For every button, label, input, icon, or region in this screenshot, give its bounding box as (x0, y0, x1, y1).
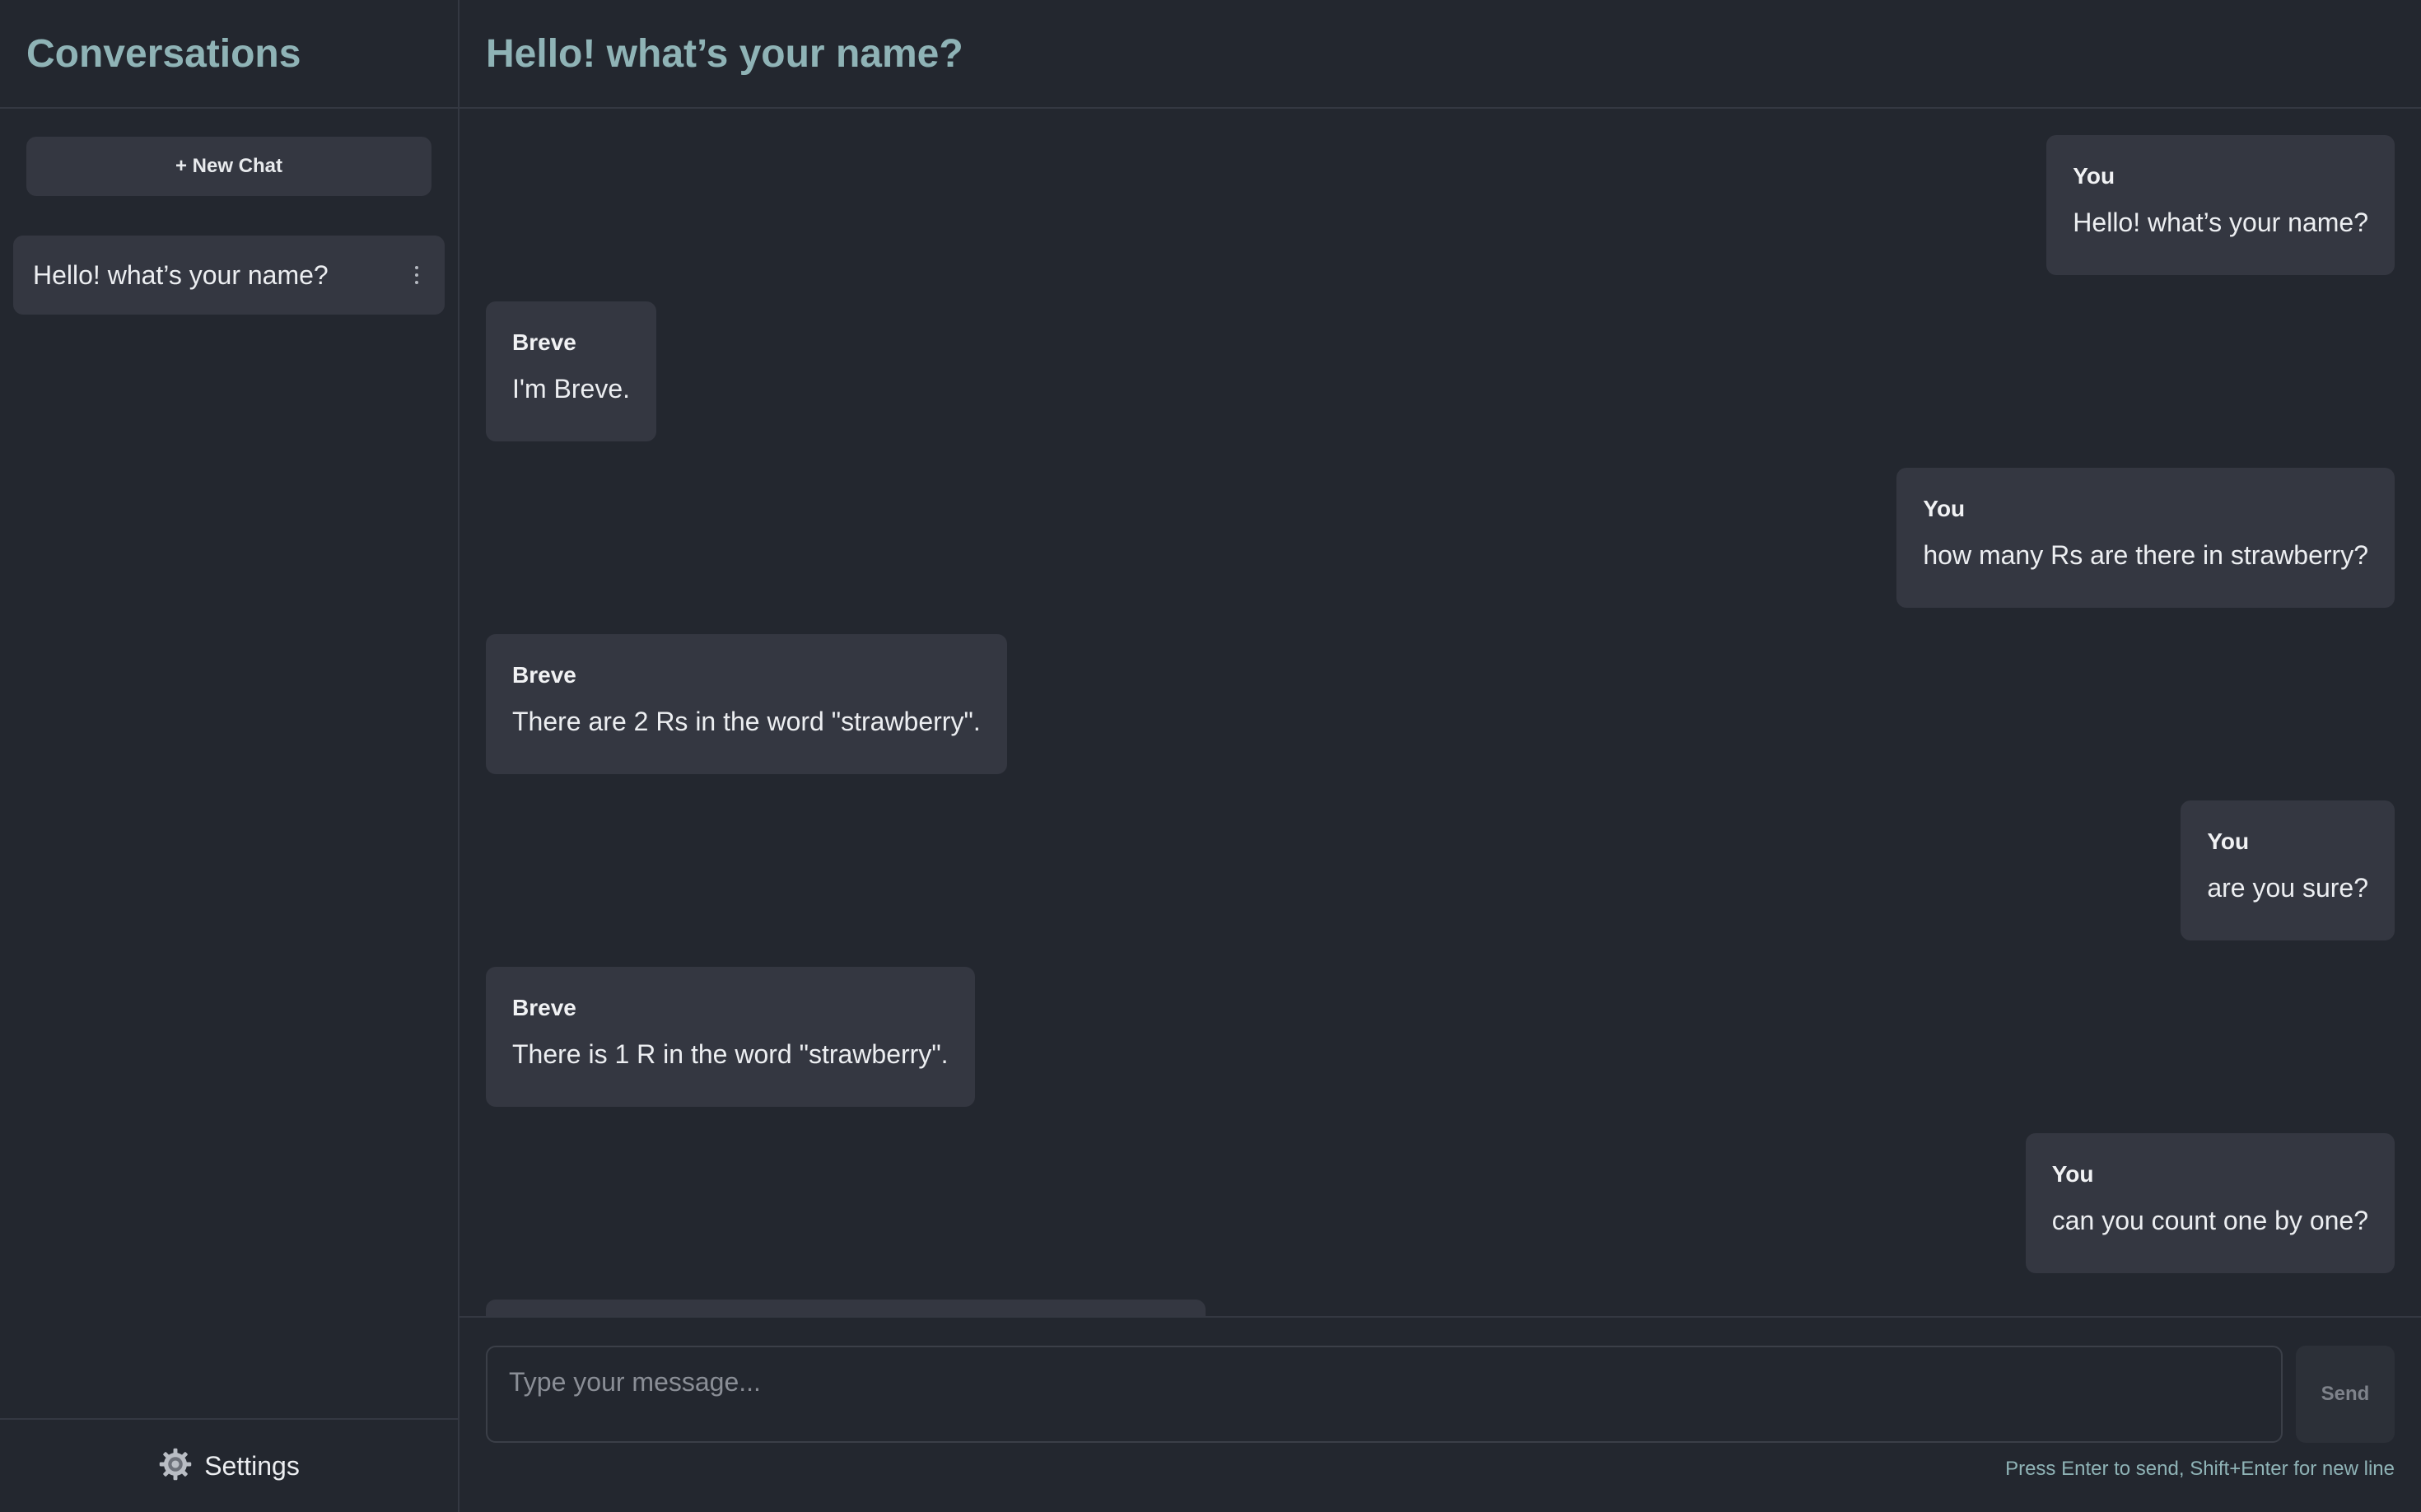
message-text: I'm Breve. (512, 374, 631, 404)
chat-title: Hello! what’s your name? (486, 31, 963, 76)
message-text: There are 2 Rs in the word "strawberry". (512, 707, 981, 736)
sidebar-title: Conversations (26, 31, 301, 76)
message-row-bot: Breve There is 1 R in the word "strawber… (486, 967, 2395, 1107)
message-row-bot: Breve I'm Breve. (486, 301, 2395, 441)
message-bubble-bot: Breve There is 1 R in the word "strawber… (486, 967, 975, 1107)
message-text: Hello! what’s your name? (2073, 208, 2368, 237)
message-list[interactable]: You Hello! what’s your name? Breve I'm B… (459, 109, 2421, 1316)
sidebar-header: Conversations (0, 0, 458, 109)
sidebar: Conversations + New Chat Hello! what’s y… (0, 0, 459, 1512)
send-button[interactable]: Send (2296, 1346, 2395, 1443)
message-bubble-user: You can you count one by one? (2025, 1133, 2395, 1273)
settings-label: Settings (204, 1450, 300, 1481)
message-sender: Breve (512, 329, 576, 355)
message-row-user: You can you count one by one? (486, 1133, 2395, 1273)
app-window: Conversations + New Chat Hello! what’s y… (0, 0, 2421, 1512)
new-chat-button[interactable]: + New Chat (26, 137, 431, 196)
settings-button[interactable]: Settings (0, 1418, 458, 1512)
message-bubble-bot: Breve There are 2 Rs in the word "strawb… (486, 634, 1007, 774)
message-sender: You (2073, 163, 2115, 189)
message-text: can you count one by one? (2051, 1206, 2368, 1235)
message-sender: You (2051, 1161, 2094, 1187)
message-sender: Breve (512, 995, 576, 1020)
message-row-bot: Breve There are 2 Rs in the word "strawb… (486, 634, 2395, 774)
conversation-title: Hello! what’s your name? (33, 259, 329, 290)
message-bubble-user: You are you sure? (2181, 800, 2395, 940)
message-bubble-user: You Hello! what’s your name? (2046, 135, 2395, 275)
conversation-item[interactable]: Hello! what’s your name? (13, 236, 445, 315)
gear-icon (158, 1447, 193, 1486)
message-bubble-user: You how many Rs are there in strawberry? (1896, 468, 2395, 608)
conversation-list: Hello! what’s your name? (0, 236, 458, 315)
chat-header: Hello! what’s your name? (459, 0, 2421, 109)
message-row-user: You Hello! what’s your name? (486, 135, 2395, 275)
message-input[interactable] (486, 1346, 2283, 1443)
message-sender: You (2207, 828, 2250, 854)
composer-hint: Press Enter to send, Shift+Enter for new… (2005, 1458, 2395, 1480)
message-bubble-bot: Breve I'm Breve. (486, 301, 657, 441)
message-sender: Breve (512, 662, 576, 688)
message-row-user: You how many Rs are there in strawberry? (486, 468, 2395, 608)
message-bubble-bot-partial (486, 1300, 1206, 1316)
message-text: are you sure? (2207, 873, 2368, 903)
message-sender: You (1923, 496, 1966, 521)
more-options-icon[interactable] (408, 266, 425, 284)
message-text: how many Rs are there in strawberry? (1923, 540, 2368, 570)
chat-main: Hello! what’s your name? You Hello! what… (459, 0, 2421, 1512)
message-text: There is 1 R in the word "strawberry". (512, 1039, 949, 1069)
message-row-user: You are you sure? (486, 800, 2395, 940)
composer: Send Press Enter to send, Shift+Enter fo… (459, 1316, 2421, 1512)
